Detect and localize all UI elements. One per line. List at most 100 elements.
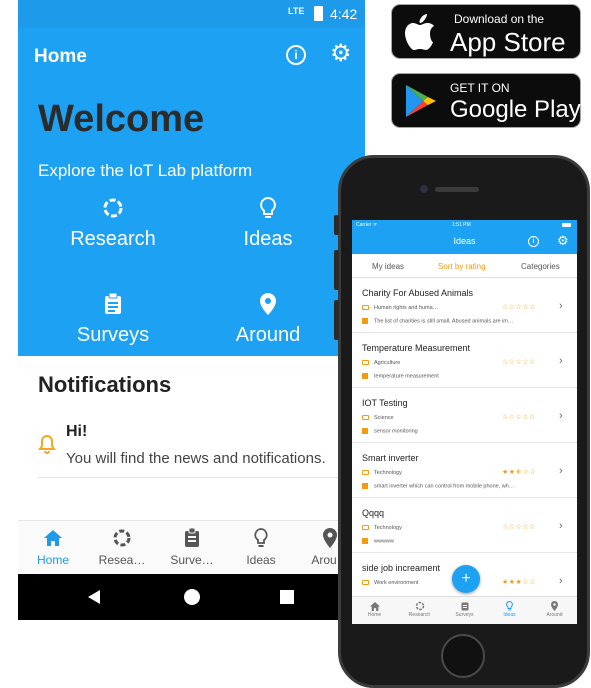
- tile-ideas[interactable]: Ideas: [193, 194, 343, 251]
- research-icon: [397, 600, 442, 612]
- rating-stars: ☆☆☆☆☆: [502, 304, 536, 311]
- rating-stars: ☆☆☆☆☆: [502, 359, 536, 366]
- tile-around[interactable]: Around: [193, 290, 343, 347]
- ideas-list: Charity For Abused Animals Human rights …: [352, 278, 577, 608]
- android-nav-bar: [18, 574, 365, 620]
- location-pin-icon: [193, 290, 343, 318]
- welcome-heading: Welcome: [38, 98, 205, 140]
- lte-indicator: LTE: [288, 6, 305, 16]
- idea-title: Charity For Abused Animals: [362, 288, 474, 298]
- badge-small-text: GET IT ON: [450, 81, 510, 95]
- segment-sort-by-rating[interactable]: Sort by rating: [438, 262, 486, 271]
- tab-research[interactable]: Research: [397, 600, 442, 618]
- google-play-badge[interactable]: GET IT ON Google Play: [391, 73, 581, 128]
- add-idea-button[interactable]: +: [452, 565, 480, 593]
- tab-label: Surveys: [455, 612, 474, 618]
- idea-category: Technology: [374, 525, 402, 531]
- google-play-logo-icon: [404, 83, 438, 124]
- tab-label: Surve…: [170, 553, 214, 567]
- tab-home[interactable]: Home: [18, 527, 88, 567]
- gear-icon[interactable]: ⚙: [557, 233, 569, 249]
- home-icon: [18, 527, 88, 549]
- tile-research[interactable]: Research: [38, 194, 188, 251]
- tab-surveys[interactable]: Surveys: [442, 600, 487, 618]
- research-icon: [38, 194, 188, 222]
- notification-body: You will find the news and notifications…: [66, 450, 326, 467]
- segment-my-ideas[interactable]: My ideas: [372, 262, 404, 271]
- android-status-bar: LTE 4:42: [18, 0, 365, 28]
- idea-description-line: temperature measurement: [362, 373, 439, 379]
- tile-label: Surveys: [76, 324, 150, 346]
- idea-description-line: wwwww: [362, 538, 394, 544]
- idea-category-line: Technology: [362, 470, 402, 476]
- page-title: Home: [34, 46, 87, 67]
- note-icon: [362, 483, 368, 489]
- lightbulb-icon: [226, 527, 296, 549]
- iphone-volume-up: [334, 250, 339, 290]
- iphone-speaker: [435, 187, 479, 192]
- segment-categories[interactable]: Categories: [521, 262, 560, 271]
- tab-research[interactable]: Resea…: [87, 527, 157, 567]
- tab-label: Resea…: [98, 553, 146, 567]
- tab-surveys[interactable]: Surve…: [157, 527, 227, 567]
- tab-label: Home: [367, 612, 382, 618]
- idea-title: Qqqq: [362, 508, 385, 518]
- list-item[interactable]: IOT Testing Science sensor monitoring ☆☆…: [352, 388, 577, 443]
- list-item[interactable]: Charity For Abused Animals Human rights …: [352, 278, 577, 333]
- idea-description: The list of charities is still small. Ab…: [374, 318, 514, 325]
- location-pin-icon: [532, 600, 577, 612]
- tab-ideas[interactable]: Ideas: [487, 600, 532, 618]
- info-icon[interactable]: i: [528, 236, 539, 247]
- idea-category-line: Technology: [362, 525, 402, 531]
- carrier-label: Carrier ᯤ: [356, 222, 378, 228]
- iphone-volume-down: [334, 300, 339, 340]
- clipboard-icon: [38, 290, 188, 318]
- tab-ideas[interactable]: Ideas: [226, 527, 296, 567]
- rating-stars: ☆☆☆☆☆: [502, 414, 536, 421]
- lightbulb-icon: [487, 600, 532, 612]
- recents-icon[interactable]: [280, 590, 294, 604]
- note-icon: [362, 538, 368, 544]
- chevron-right-icon: ›: [559, 300, 563, 312]
- iphone-camera: [420, 185, 428, 193]
- tab-label: Ideas: [503, 612, 516, 618]
- tag-icon: [362, 525, 369, 531]
- idea-title: side job increament: [362, 563, 441, 573]
- back-icon[interactable]: [88, 590, 100, 604]
- list-item[interactable]: Qqqq Technology wwwww ☆☆☆☆☆ ›: [352, 498, 577, 553]
- tile-label: Research: [70, 228, 156, 250]
- idea-category-line: Agriculture: [362, 360, 400, 366]
- app-store-badge[interactable]: Download on the App Store: [391, 4, 581, 59]
- tab-around[interactable]: Around: [532, 600, 577, 618]
- tile-label: Around: [235, 324, 301, 346]
- list-item[interactable]: Smart inverter Technology smart inverter…: [352, 443, 577, 498]
- clipboard-icon: [442, 600, 487, 612]
- tag-icon: [362, 580, 369, 586]
- android-tab-bar: Home Resea… Surve… Ideas Arou…: [18, 520, 365, 574]
- gear-icon[interactable]: ⚙: [330, 40, 352, 68]
- idea-category-line: Human rights and huma…: [362, 305, 438, 311]
- list-item[interactable]: Temperature Measurement Agriculture temp…: [352, 333, 577, 388]
- idea-description-line: smart inverter which can control from mo…: [362, 483, 514, 489]
- tab-home[interactable]: Home: [352, 600, 397, 618]
- ios-tab-bar: Home Research Surveys Ideas Around: [352, 596, 577, 624]
- idea-description-line: sensor monitoring: [362, 428, 418, 434]
- home-circle-icon[interactable]: [184, 589, 200, 605]
- rating-stars: ★★⯪☆☆: [502, 469, 537, 476]
- battery-icon: [314, 6, 323, 21]
- idea-category-line: Science: [362, 415, 394, 421]
- idea-description: sensor monitoring: [374, 428, 418, 435]
- rating-stars: ★★★☆☆: [502, 579, 536, 586]
- tile-surveys[interactable]: Surveys: [38, 290, 188, 347]
- idea-description-line: The list of charities is still small. Ab…: [362, 318, 513, 324]
- notification-item[interactable]: Hi! You will find the news and notificat…: [38, 418, 365, 478]
- idea-category: Technology: [374, 470, 402, 476]
- iphone-home-button[interactable]: [441, 634, 485, 678]
- idea-category: Agriculture: [374, 360, 401, 366]
- note-icon: [362, 318, 368, 324]
- ios-nav-bar: Ideas i ⚙: [352, 230, 577, 254]
- info-icon[interactable]: i: [286, 45, 306, 65]
- clipboard-icon: [157, 527, 227, 549]
- tag-icon: [362, 305, 369, 311]
- battery-icon: [562, 223, 571, 227]
